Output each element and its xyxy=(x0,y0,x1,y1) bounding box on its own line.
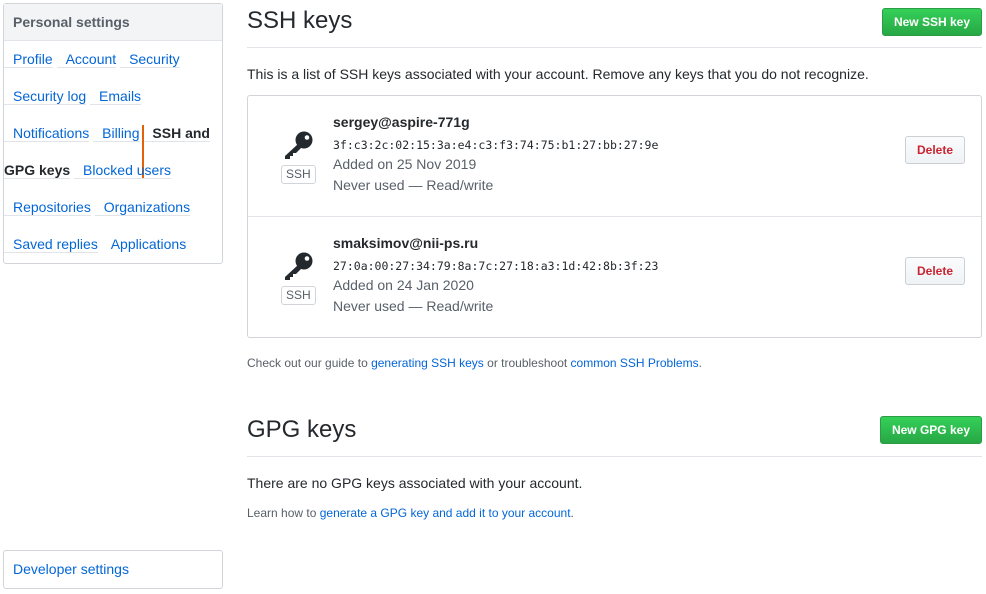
ssh-key-title: smaksimov@nii-ps.ru xyxy=(333,235,479,251)
ssh-label-badge: SSH xyxy=(281,286,316,305)
sidebar-item-account[interactable]: Account xyxy=(56,51,117,68)
generating-ssh-keys-link[interactable]: generating SSH keys xyxy=(371,356,484,370)
ssh-key-usage: Never used — Read/write xyxy=(333,177,494,193)
ssh-keys-header: SSH keys New SSH key xyxy=(247,0,982,48)
key-icon xyxy=(285,252,313,280)
ssh-key-added-date: Added on 24 Jan 2020 xyxy=(333,277,474,293)
sidebar-item-billing[interactable]: Billing xyxy=(93,125,140,142)
ssh-key-fingerprint: 27:0a:00:27:34:79:8a:7c:27:18:a3:1d:42:8… xyxy=(333,259,659,273)
sidebar-item-notifications[interactable]: Notifications xyxy=(4,125,90,142)
sidebar-item-profile[interactable]: Profile xyxy=(4,51,53,68)
ssh-key-title: sergey@aspire-771g xyxy=(333,114,470,130)
ssh-keys-list: SSH sergey@aspire-771g 3f:c3:2c:02:15:3a… xyxy=(247,95,982,338)
generate-gpg-key-link[interactable]: generate a GPG key and add it to your ac… xyxy=(320,506,571,520)
gpg-help-prefix: Learn how to xyxy=(247,506,320,520)
developer-settings-menu: Developer settings xyxy=(3,550,223,589)
new-gpg-key-button[interactable]: New GPG key xyxy=(879,416,982,444)
common-ssh-problems-link[interactable]: common SSH Problems xyxy=(571,356,699,370)
gpg-keys-header: GPG keys New GPG key xyxy=(247,410,982,457)
ssh-label-badge: SSH xyxy=(281,165,316,184)
gpg-help-suffix: . xyxy=(570,506,574,520)
ssh-key-item: SSH sergey@aspire-771g 3f:c3:2c:02:15:3a… xyxy=(248,96,981,217)
ssh-key-usage: Never used — Read/write xyxy=(333,298,494,314)
settings-sidebar: Personal settings Profile Account Securi… xyxy=(3,3,223,264)
sidebar-item-blocked-users[interactable]: Blocked users xyxy=(74,162,171,179)
ssh-help-suffix: . xyxy=(698,356,702,370)
sidebar-item-repositories[interactable]: Repositories xyxy=(4,199,91,216)
sidebar-item-saved-replies[interactable]: Saved replies xyxy=(4,236,98,253)
ssh-key-fingerprint: 3f:c3:2c:02:15:3a:e4:c3:f3:74:75:b1:27:b… xyxy=(333,138,659,152)
main-content: SSH keys New SSH key This is a list of S… xyxy=(247,0,982,520)
gpg-help-note: Learn how to generate a GPG key and add … xyxy=(247,506,574,520)
ssh-keys-title: SSH keys xyxy=(247,7,353,34)
delete-ssh-key-button[interactable]: Delete xyxy=(905,136,965,164)
sidebar-item-security-log[interactable]: Security log xyxy=(4,88,87,105)
sidebar-item-developer-settings[interactable]: Developer settings xyxy=(4,561,129,577)
ssh-key-added-date: Added on 25 Nov 2019 xyxy=(333,156,477,172)
sidebar-item-organizations[interactable]: Organizations xyxy=(94,199,191,216)
ssh-key-item: SSH smaksimov@nii-ps.ru 27:0a:00:27:34:7… xyxy=(248,217,981,338)
sidebar-heading: Personal settings xyxy=(4,4,222,41)
sidebar-item-applications[interactable]: Applications xyxy=(102,236,187,252)
ssh-help-middle: or troubleshoot xyxy=(483,356,571,370)
gpg-keys-title: GPG keys xyxy=(247,416,357,443)
sidebar-item-emails[interactable]: Emails xyxy=(90,88,142,105)
key-icon xyxy=(285,131,313,159)
ssh-help-note: Check out our guide to generating SSH ke… xyxy=(247,356,702,370)
new-ssh-key-button[interactable]: New SSH key xyxy=(881,8,982,36)
sidebar-item-security[interactable]: Security xyxy=(120,51,180,68)
delete-ssh-key-button[interactable]: Delete xyxy=(905,257,965,285)
ssh-help-prefix: Check out our guide to xyxy=(247,356,372,370)
ssh-keys-intro: This is a list of SSH keys associated wi… xyxy=(247,66,869,82)
gpg-empty-message: There are no GPG keys associated with yo… xyxy=(247,475,583,491)
